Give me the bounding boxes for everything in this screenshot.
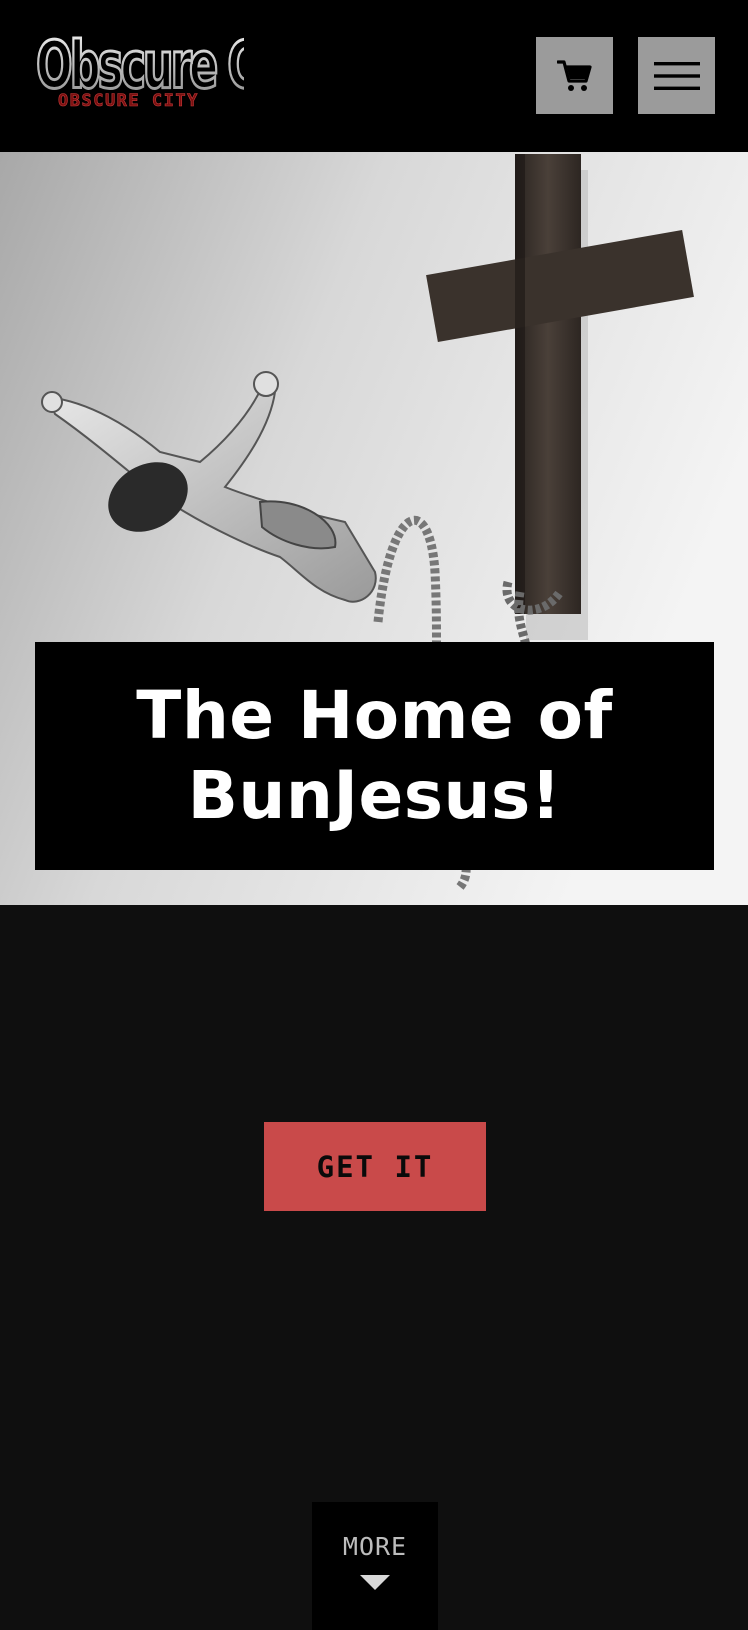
get-it-button[interactable]: GET IT [264,1122,486,1211]
obscure-city-logo: Obscure City OBSCURE CITY [35,36,244,111]
cart-button[interactable] [536,37,613,114]
menu-button[interactable] [638,37,715,114]
more-label: MORE [342,1532,408,1561]
shopping-cart-icon [556,59,592,91]
hero-headline: The Home of BunJesus! [136,677,613,834]
svg-text:OBSCURE CITY: OBSCURE CITY [58,91,199,111]
site-header: Obscure City OBSCURE CITY [0,0,748,152]
site-logo[interactable]: Obscure City OBSCURE CITY [34,36,244,116]
hamburger-menu-icon [653,61,700,90]
more-button[interactable]: MORE [312,1502,438,1630]
hero-headline-box: The Home of BunJesus! [35,642,714,870]
caret-down-icon [360,1575,390,1590]
